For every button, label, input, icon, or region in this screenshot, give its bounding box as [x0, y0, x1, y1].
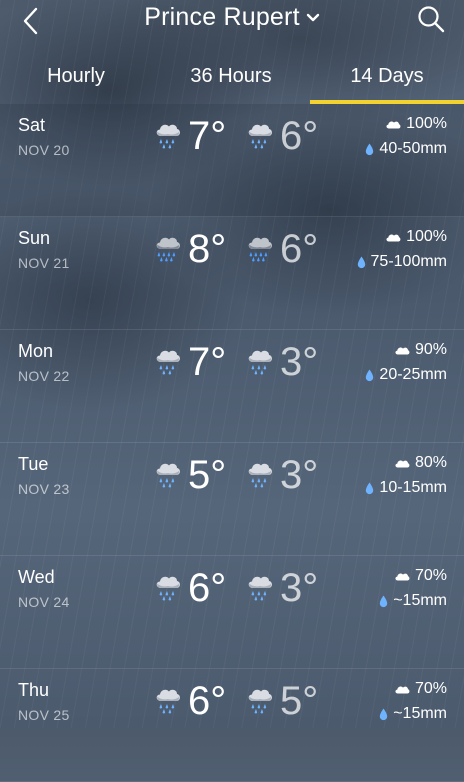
cloud-icon: [385, 231, 401, 243]
precip-chance: 80%: [394, 454, 447, 472]
high-temp: 6°: [188, 566, 227, 610]
precip-chance: 70%: [394, 680, 447, 698]
forecast-row[interactable]: Sat NOV 20 7° 6° 100% 40-50mm: [0, 104, 464, 217]
low-temp: 3°: [280, 453, 319, 497]
precip-amount-value: 10-15mm: [379, 479, 447, 496]
forecast-row[interactable]: Wed NOV 24 6° 3° 70% ~15mm: [0, 556, 464, 669]
cloud-rain-icon: [152, 118, 184, 150]
water-drop-icon: [365, 482, 374, 495]
water-drop-icon: [365, 369, 374, 382]
cloud-rain-icon: [244, 344, 276, 376]
low-temp: 6°: [280, 114, 319, 158]
water-drop-icon: [379, 708, 388, 721]
precip-chance-value: 90%: [414, 341, 447, 358]
cloud-rain-icon: [152, 683, 184, 715]
precip-amount: 40-50mm: [365, 140, 447, 158]
cloud-icon: [394, 344, 410, 356]
day-name: Tue: [18, 454, 49, 474]
precip-amount: 20-25mm: [365, 366, 447, 384]
precip-chance-value: 70%: [414, 680, 447, 697]
day-date: NOV 24: [18, 594, 70, 610]
tab-14-days[interactable]: 14 Days: [310, 56, 464, 104]
search-icon: [418, 6, 445, 33]
day-date: NOV 21: [18, 255, 70, 271]
cloud-rain-icon: [244, 570, 276, 602]
forecast-row[interactable]: Thu NOV 25 6° 5° 70% ~15mm: [0, 669, 464, 782]
high-temp: 7°: [188, 114, 227, 158]
search-button[interactable]: [416, 4, 446, 34]
cloud-rain-icon: [244, 683, 276, 715]
tab-36-hours[interactable]: 36 Hours: [152, 56, 310, 104]
low-temp: 6°: [280, 227, 319, 271]
precip-amount-value: 75-100mm: [370, 253, 447, 270]
cloud-heavy-rain-icon: [244, 231, 276, 263]
high-temp: 7°: [188, 340, 227, 384]
tab-label: 36 Hours: [190, 65, 272, 87]
forecast-list: Sat NOV 20 7° 6° 100% 40-50mm Sun NOV 21…: [0, 104, 464, 782]
forecast-row[interactable]: Mon NOV 22 7° 3° 90% 20-25mm: [0, 330, 464, 443]
water-drop-icon: [357, 256, 366, 269]
cloud-heavy-rain-icon: [152, 231, 184, 263]
day-date: NOV 23: [18, 481, 70, 497]
day-name: Thu: [18, 680, 50, 700]
day-name: Sun: [18, 228, 51, 248]
cloud-rain-icon: [244, 457, 276, 489]
cloud-icon: [385, 118, 401, 130]
day-date: NOV 20: [18, 142, 70, 158]
cloud-icon: [394, 683, 410, 695]
precip-chance-value: 100%: [406, 228, 447, 245]
precip-chance-value: 70%: [414, 567, 447, 584]
high-temp: 5°: [188, 453, 227, 497]
high-temp: 8°: [188, 227, 227, 271]
low-temp: 3°: [280, 340, 319, 384]
tab-hourly[interactable]: Hourly: [0, 56, 152, 104]
precip-amount-value: 40-50mm: [379, 140, 447, 157]
precip-amount: ~15mm: [379, 705, 447, 723]
precip-chance-value: 80%: [414, 454, 447, 471]
precip-amount-value: 20-25mm: [379, 366, 447, 383]
page-title: Prince Rupert: [144, 2, 300, 31]
high-temp: 6°: [188, 679, 227, 723]
day-date: NOV 25: [18, 707, 70, 723]
precip-chance: 100%: [385, 228, 447, 246]
precip-chance: 90%: [394, 341, 447, 359]
water-drop-icon: [379, 595, 388, 608]
precip-amount: 75-100mm: [357, 253, 447, 271]
cloud-icon: [394, 570, 410, 582]
tab-label: 14 Days: [350, 65, 424, 87]
precip-chance: 100%: [385, 115, 447, 133]
chevron-down-icon: [306, 13, 319, 22]
water-drop-icon: [365, 143, 374, 156]
header: Prince Rupert: [0, 0, 464, 44]
cloud-rain-icon: [152, 344, 184, 376]
precip-chance-value: 100%: [406, 115, 447, 132]
cloud-rain-icon: [152, 457, 184, 489]
forecast-row[interactable]: Sun NOV 21 8° 6° 100% 75-100mm: [0, 217, 464, 330]
precip-chance: 70%: [394, 567, 447, 585]
day-name: Sat: [18, 115, 46, 135]
cloud-icon: [394, 457, 410, 469]
day-name: Mon: [18, 341, 54, 361]
cloud-rain-icon: [152, 570, 184, 602]
day-name: Wed: [18, 567, 55, 587]
location-selector[interactable]: Prince Rupert: [0, 0, 464, 34]
day-date: NOV 22: [18, 368, 70, 384]
low-temp: 3°: [280, 566, 319, 610]
cloud-rain-icon: [244, 118, 276, 150]
precip-amount: 10-15mm: [365, 479, 447, 497]
low-temp: 5°: [280, 679, 319, 723]
precip-amount-value: ~15mm: [393, 705, 447, 722]
forecast-row[interactable]: Tue NOV 23 5° 3° 80% 10-15mm: [0, 443, 464, 556]
precip-amount: ~15mm: [379, 592, 447, 610]
tab-bar: Hourly 36 Hours 14 Days: [0, 56, 464, 104]
tab-label: Hourly: [47, 65, 105, 87]
precip-amount-value: ~15mm: [393, 592, 447, 609]
